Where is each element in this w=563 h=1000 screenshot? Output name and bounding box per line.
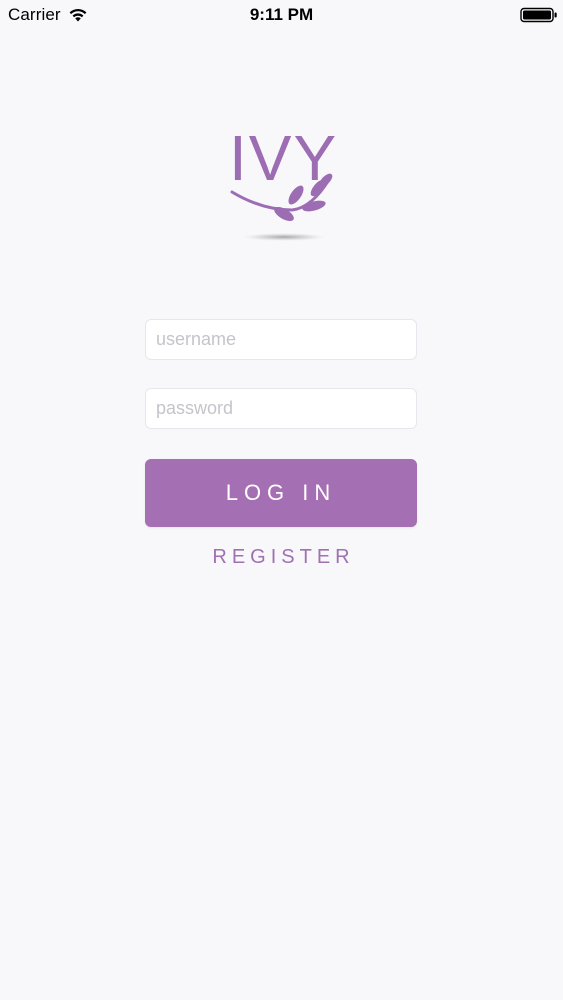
password-input[interactable] <box>145 388 417 429</box>
logo-shadow <box>242 233 326 241</box>
status-bar: Carrier 9:11 PM <box>0 0 563 30</box>
username-input[interactable] <box>145 319 417 360</box>
logo: IVY <box>222 122 342 252</box>
battery-icon <box>520 7 557 23</box>
register-link[interactable]: REGISTER <box>145 546 417 569</box>
login-button[interactable]: LOG IN <box>145 459 417 527</box>
status-time: 9:11 PM <box>249 5 314 24</box>
